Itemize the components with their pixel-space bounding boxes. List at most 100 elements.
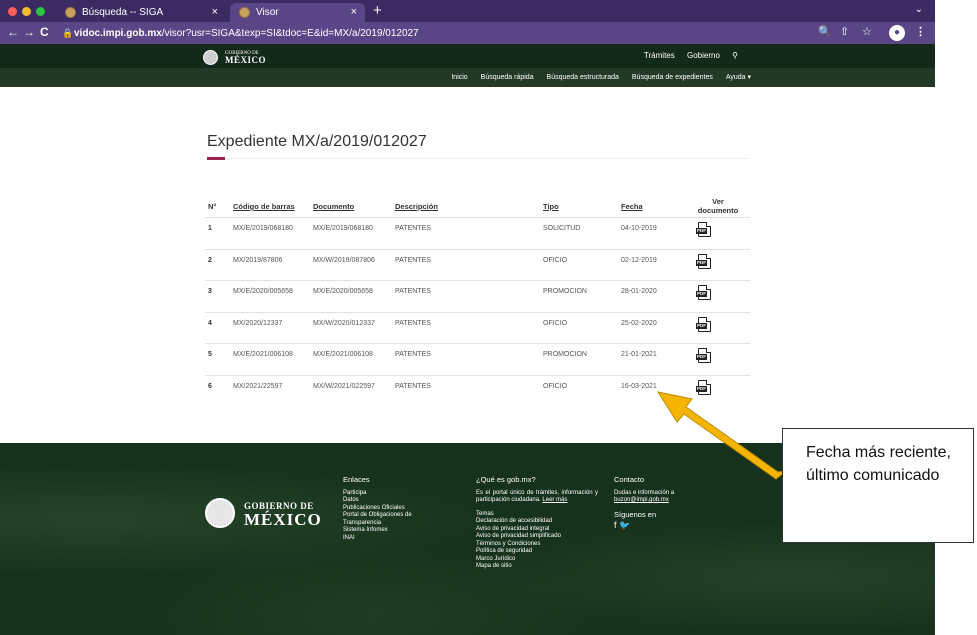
col-codigo[interactable]: Código de barras [233,202,295,211]
col-documento[interactable]: Documento [313,202,354,211]
title-accent-bar [207,157,225,160]
cell-descripcion: PATENTES [395,351,431,358]
col-tipo[interactable]: Tipo [543,202,559,211]
seal-icon [205,498,235,528]
close-window-dot[interactable] [8,7,17,16]
social-icons[interactable]: f 🐦 [614,521,734,530]
cell-codigo: MX/E/2019/068180 [233,225,293,232]
cell-documento: MX/W/2021/022597 [313,382,375,390]
cell-descripcion: PATENTES [395,319,431,327]
footer-logo[interactable]: GOBIERNO DE MÉXICO [205,498,322,528]
annotation-callout: Fecha más reciente, último comunicado [782,428,974,543]
que-es-title: ¿Qué es gob.mx? [476,475,536,484]
col-fecha[interactable]: Fecha [621,202,643,211]
link-tramites[interactable]: Trámites [644,51,675,60]
que-es-text: Es el portal único de trámites, informac… [476,489,598,504]
top-links: Trámites Gobierno ⚲ [634,51,738,60]
maximize-window-dot[interactable] [36,7,45,16]
favicon-icon [65,7,76,18]
pdf-icon[interactable]: PDF [696,253,711,269]
gov-logo[interactable]: GOBIERNO DE MÉXICO [203,48,266,66]
menu-kebab-icon[interactable]: ⋮ [915,25,926,38]
cell-tipo: PROMOCION [543,288,587,295]
pdf-icon[interactable]: PDF [696,348,711,363]
url-host: vidoc.impi.gob.mx [74,28,162,39]
menu-busqueda-estructurada[interactable]: Búsqueda estructurada [547,74,619,81]
pdf-label: PDF [696,259,707,266]
cell-fecha: 21-01-2021 [621,351,657,358]
address-bar[interactable]: 🔒vidoc.impi.gob.mx/visor?usr=SIGA&texp=S… [62,25,782,41]
enlace-datos[interactable]: Datos [343,497,463,505]
tab-label: Búsqueda -- SIGA [82,7,164,18]
cell-tipo: OFICIO [543,319,568,327]
pdf-icon[interactable]: PDF [696,316,711,332]
close-tab-icon[interactable]: × [212,3,218,22]
tema-privacidad-simplificado[interactable]: Aviso de privacidad simplificado [476,533,598,541]
cell-codigo: MX/2021/22597 [233,382,283,390]
tema-mapa-sitio[interactable]: Mapa de sitio [476,563,598,571]
tema-terminos[interactable]: Términos y Condiciones [476,541,598,549]
cell-documento: MX/W/2020/012337 [313,319,375,327]
forward-button[interactable]: → [23,25,35,39]
tema-accesibilidad[interactable]: Declaración de accesibilidad [476,518,598,526]
enlace-transparencia[interactable]: Transparencia [343,520,463,528]
enlace-inai[interactable]: INAI [343,535,463,543]
pdf-label: PDF [696,228,707,234]
leer-mas-link[interactable]: Leer más [542,497,567,503]
gov-header: GOBIERNO DE MÉXICO Trámites Gobierno ⚲ I… [0,44,935,87]
tab-visor[interactable]: Visor × [230,3,365,22]
enlace-publicaciones[interactable]: Publicaciones Oficiales [343,505,463,513]
profile-avatar-icon[interactable]: ● [889,25,905,41]
back-button[interactable]: ← [7,25,19,39]
page-title: Expediente MX/a/2019/012027 [207,133,427,150]
pdf-icon[interactable]: PDF [696,285,711,300]
tema-seguridad[interactable]: Política de seguridad [476,548,598,556]
tab-search-chevron-icon[interactable]: ⌄ [915,4,923,15]
zoom-icon[interactable]: 🔍 [818,25,832,38]
enlace-infomex[interactable]: Sistema Infomex [343,527,463,535]
col-descripcion[interactable]: Descripción [395,202,438,211]
close-tab-icon[interactable]: × [351,3,357,22]
pdf-label: PDF [696,354,707,360]
col-num: N° [208,202,217,211]
tema-privacidad-integral[interactable]: Aviso de privacidad integral [476,526,598,534]
reload-button[interactable]: C [40,25,49,39]
cell-fecha: 02-12-2019 [621,256,657,264]
minimize-window-dot[interactable] [22,7,31,16]
cell-codigo: MX/2019/87806 [233,256,283,264]
footer-contacto: Contacto Dudas e información a buzon@imp… [614,476,734,530]
enlace-participa[interactable]: Participa [343,490,463,498]
pdf-icon[interactable]: PDF [696,222,711,237]
table-row: 6 MX/2021/22597 MX/W/2021/022597 PATENTES OF… [205,374,750,405]
cell-fecha: 25-02-2020 [621,319,657,327]
temas-list: Temas Declaración de accesibilidad Aviso… [476,511,598,571]
tema-marco-juridico[interactable]: Marco Jurídico [476,556,598,564]
cell-n: 2 [208,256,212,264]
link-gobierno[interactable]: Gobierno [687,51,720,60]
cell-tipo: SOLICITUD [543,225,581,232]
cell-codigo: MX/2020/12337 [233,319,283,327]
enlace-portal-obligaciones[interactable]: Portal de Obligaciones de [343,512,463,520]
bookmark-star-icon[interactable]: ☆ [862,25,872,38]
cell-n: 6 [208,382,212,390]
menu-busqueda-expedientes[interactable]: Búsqueda de expedientes [632,74,713,81]
tab-label: Visor [256,7,279,18]
tab-bar: Búsqueda -- SIGA × Visor × + ⌄ [0,0,935,22]
tab-busqueda[interactable]: Búsqueda -- SIGA × [56,3,226,22]
share-icon[interactable]: ⇧ [840,25,849,38]
contacto-text: Dudas e información a [614,489,675,496]
cell-descripcion: PATENTES [395,225,431,232]
cell-fecha: 04-10-2019 [621,225,657,232]
cell-documento: MX/W/2019/087806 [313,256,375,264]
menu-busqueda-rapida[interactable]: Búsqueda rápida [481,74,534,81]
seal-icon [203,49,218,65]
footer-enlaces: Enlaces Participa Datos Publicaciones Of… [343,476,463,542]
title-divider [207,158,749,159]
new-tab-button[interactable]: + [373,2,382,19]
search-icon[interactable]: ⚲ [732,51,738,60]
favicon-icon [239,7,250,18]
pdf-icon[interactable]: PDF [696,379,711,395]
menu-ayuda[interactable]: Ayuda ▾ [726,74,751,81]
menu-inicio[interactable]: Inicio [451,74,467,81]
contacto-email-link[interactable]: buzon@impi.gob.mx [614,497,734,505]
